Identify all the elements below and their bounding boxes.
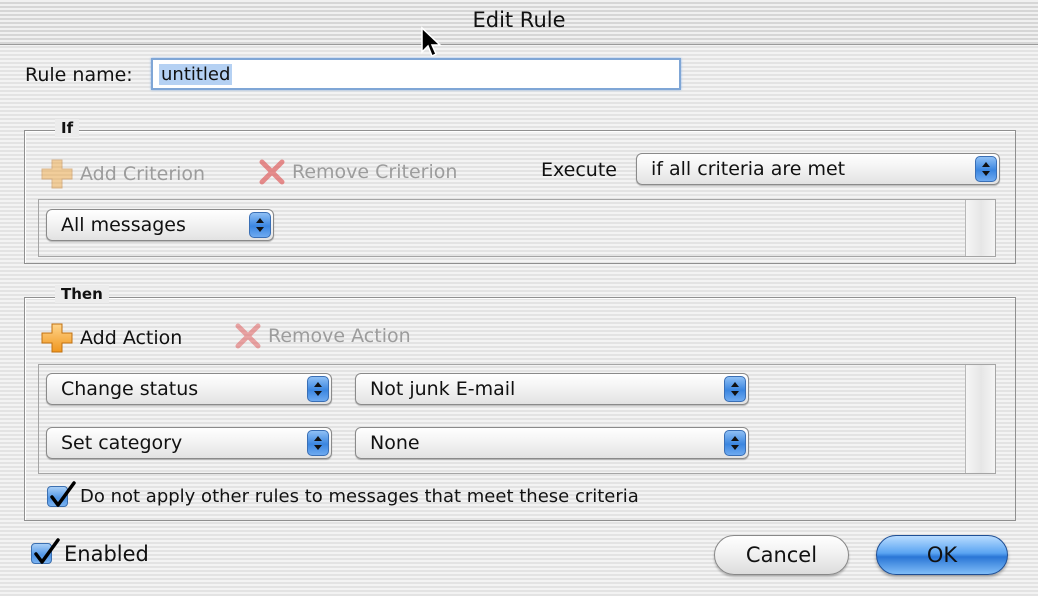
action-value-popup-1[interactable]: Not junk E-mail — [355, 373, 749, 405]
ok-button[interactable]: OK — [876, 535, 1008, 575]
remove-action-label: Remove Action — [268, 325, 411, 347]
plus-icon — [41, 323, 73, 353]
then-group-title: Then — [55, 285, 109, 303]
popup-arrows-icon — [724, 430, 746, 456]
add-action-button[interactable]: Add Action — [40, 322, 182, 354]
stop-rules-checkbox[interactable] — [47, 481, 76, 507]
criteria-scrollbar[interactable] — [965, 200, 995, 256]
enabled-label: Enabled — [64, 542, 149, 566]
popup-arrows-icon — [724, 376, 746, 402]
popup-arrows-icon — [975, 156, 997, 182]
action-1-setting: Not junk E-mail — [370, 378, 516, 400]
execute-value: if all criteria are met — [651, 158, 846, 180]
add-criterion-button[interactable]: Add Criterion — [40, 158, 205, 190]
add-action-label: Add Action — [80, 327, 183, 349]
action-1-value: Change status — [61, 378, 199, 400]
criterion-field-value: All messages — [61, 214, 186, 236]
stop-rules-label: Do not apply other rules to messages tha… — [80, 486, 639, 507]
action-value-popup-2[interactable]: None — [355, 427, 749, 459]
popup-arrows-icon — [307, 430, 329, 456]
rule-name-value: untitled — [159, 64, 233, 85]
remove-action-button[interactable]: Remove Action — [234, 322, 411, 350]
popup-arrows-icon — [249, 212, 271, 238]
add-criterion-label: Add Criterion — [80, 163, 206, 185]
action-popup-1[interactable]: Change status — [46, 373, 332, 405]
actions-scrollbar[interactable] — [965, 365, 995, 473]
title-bar[interactable]: Edit Rule — [0, 0, 1038, 45]
remove-criterion-button[interactable]: Remove Criterion — [258, 158, 457, 186]
action-2-value: Set category — [61, 432, 183, 454]
checkmark-icon — [50, 481, 76, 507]
popup-arrows-icon — [307, 376, 329, 402]
checkmark-icon — [34, 538, 60, 564]
criterion-field-popup[interactable]: All messages — [46, 209, 274, 241]
window-title: Edit Rule — [472, 8, 566, 32]
x-icon — [235, 323, 261, 349]
cancel-button[interactable]: Cancel — [714, 535, 849, 575]
execute-label: Execute — [541, 159, 617, 181]
action-popup-2[interactable]: Set category — [46, 427, 332, 459]
action-2-setting: None — [370, 432, 420, 454]
plus-icon — [41, 159, 73, 189]
remove-criterion-label: Remove Criterion — [292, 161, 458, 183]
enabled-checkbox[interactable] — [31, 538, 60, 564]
if-group-title: If — [55, 119, 80, 137]
arrow-cursor-icon — [421, 26, 442, 58]
rule-name-input[interactable]: untitled — [151, 58, 681, 90]
rule-name-label: Rule name: — [25, 64, 133, 86]
execute-popup[interactable]: if all criteria are met — [636, 153, 1000, 185]
x-icon — [259, 159, 285, 185]
